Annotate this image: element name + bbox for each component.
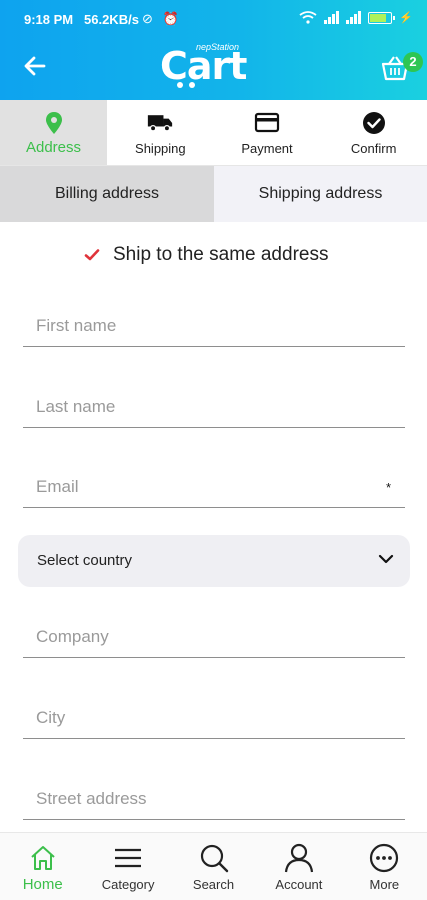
city-field[interactable] bbox=[23, 699, 405, 739]
required-marker: * bbox=[385, 480, 391, 495]
tab-billing-address[interactable]: Billing address bbox=[0, 166, 214, 222]
same-address-checkbox[interactable]: Ship to the same address bbox=[84, 240, 328, 270]
truck-icon bbox=[148, 115, 173, 132]
nav-account[interactable]: Account bbox=[256, 833, 341, 900]
street-address-input[interactable] bbox=[23, 780, 405, 818]
nav-category[interactable]: Category bbox=[85, 833, 170, 900]
nav-search[interactable]: Search bbox=[171, 833, 256, 900]
cart-count-badge: 2 bbox=[403, 52, 423, 72]
check-circle-icon bbox=[362, 112, 385, 134]
status-network-speed: 56.2KB/s bbox=[84, 12, 139, 27]
nav-label-more: More bbox=[369, 877, 400, 892]
checkout-steps: Address Shipping Payment Confirm bbox=[0, 100, 427, 166]
street-address-field[interactable] bbox=[23, 780, 405, 820]
credit-card-icon bbox=[254, 112, 280, 133]
app-logo: nepStation Cart bbox=[158, 42, 258, 90]
nav-label-search: Search bbox=[192, 877, 235, 892]
signal-icon bbox=[324, 11, 340, 24]
location-pin-icon bbox=[45, 112, 62, 134]
step-label-payment: Payment bbox=[241, 141, 293, 156]
menu-icon bbox=[115, 848, 142, 868]
chevron-down-icon bbox=[378, 554, 394, 564]
search-icon bbox=[200, 844, 228, 873]
more-icon bbox=[370, 843, 399, 873]
checkmark-icon bbox=[84, 249, 100, 261]
status-right-icons: ⚡ bbox=[299, 11, 413, 24]
status-extra-icons: ⊘ ⏰ bbox=[142, 11, 182, 26]
country-select-value: Select country bbox=[37, 552, 133, 569]
last-name-field[interactable] bbox=[23, 388, 405, 428]
company-input[interactable] bbox=[23, 618, 405, 656]
wifi-icon bbox=[299, 11, 317, 24]
country-select[interactable]: Select country bbox=[18, 535, 410, 587]
status-bar: 9:18 PM 56.2KB/s ⊘ ⏰ ⚡ bbox=[0, 0, 427, 40]
step-shipping[interactable]: Shipping bbox=[107, 100, 214, 165]
address-tabs: Billing address Shipping address bbox=[0, 166, 427, 222]
status-time: 9:18 PM bbox=[24, 12, 74, 27]
first-name-input[interactable] bbox=[23, 307, 405, 345]
home-icon bbox=[31, 846, 55, 870]
account-icon bbox=[284, 843, 314, 873]
signal-icon-2 bbox=[346, 11, 362, 24]
bottom-navigation: Home Category Search Account More bbox=[0, 832, 427, 900]
step-confirm[interactable]: Confirm bbox=[320, 100, 427, 165]
battery-icon bbox=[368, 11, 396, 24]
charging-icon: ⚡ bbox=[399, 12, 413, 24]
last-name-input[interactable] bbox=[23, 388, 405, 426]
first-name-field[interactable] bbox=[23, 307, 405, 347]
step-label-confirm: Confirm bbox=[350, 141, 397, 156]
logo-wheels-icon bbox=[177, 82, 195, 88]
nav-more[interactable]: More bbox=[342, 833, 427, 900]
email-field[interactable]: * bbox=[23, 468, 405, 508]
app-header: 9:18 PM 56.2KB/s ⊘ ⏰ ⚡ nepStation Cart 2 bbox=[0, 0, 427, 100]
email-input[interactable] bbox=[23, 468, 405, 506]
nav-label-account: Account bbox=[275, 877, 323, 892]
nav-home[interactable]: Home bbox=[0, 833, 85, 900]
step-label-address: Address bbox=[25, 139, 82, 156]
step-payment[interactable]: Payment bbox=[214, 100, 321, 165]
back-arrow-icon[interactable] bbox=[22, 53, 48, 79]
step-label-shipping: Shipping bbox=[135, 141, 186, 156]
city-input[interactable] bbox=[23, 699, 405, 737]
same-address-label: Ship to the same address bbox=[113, 244, 329, 265]
tab-shipping-address[interactable]: Shipping address bbox=[214, 166, 427, 222]
nav-label-category: Category bbox=[101, 877, 155, 892]
step-address[interactable]: Address bbox=[0, 100, 107, 165]
nav-label-home: Home bbox=[22, 876, 63, 893]
company-field[interactable] bbox=[23, 618, 405, 658]
